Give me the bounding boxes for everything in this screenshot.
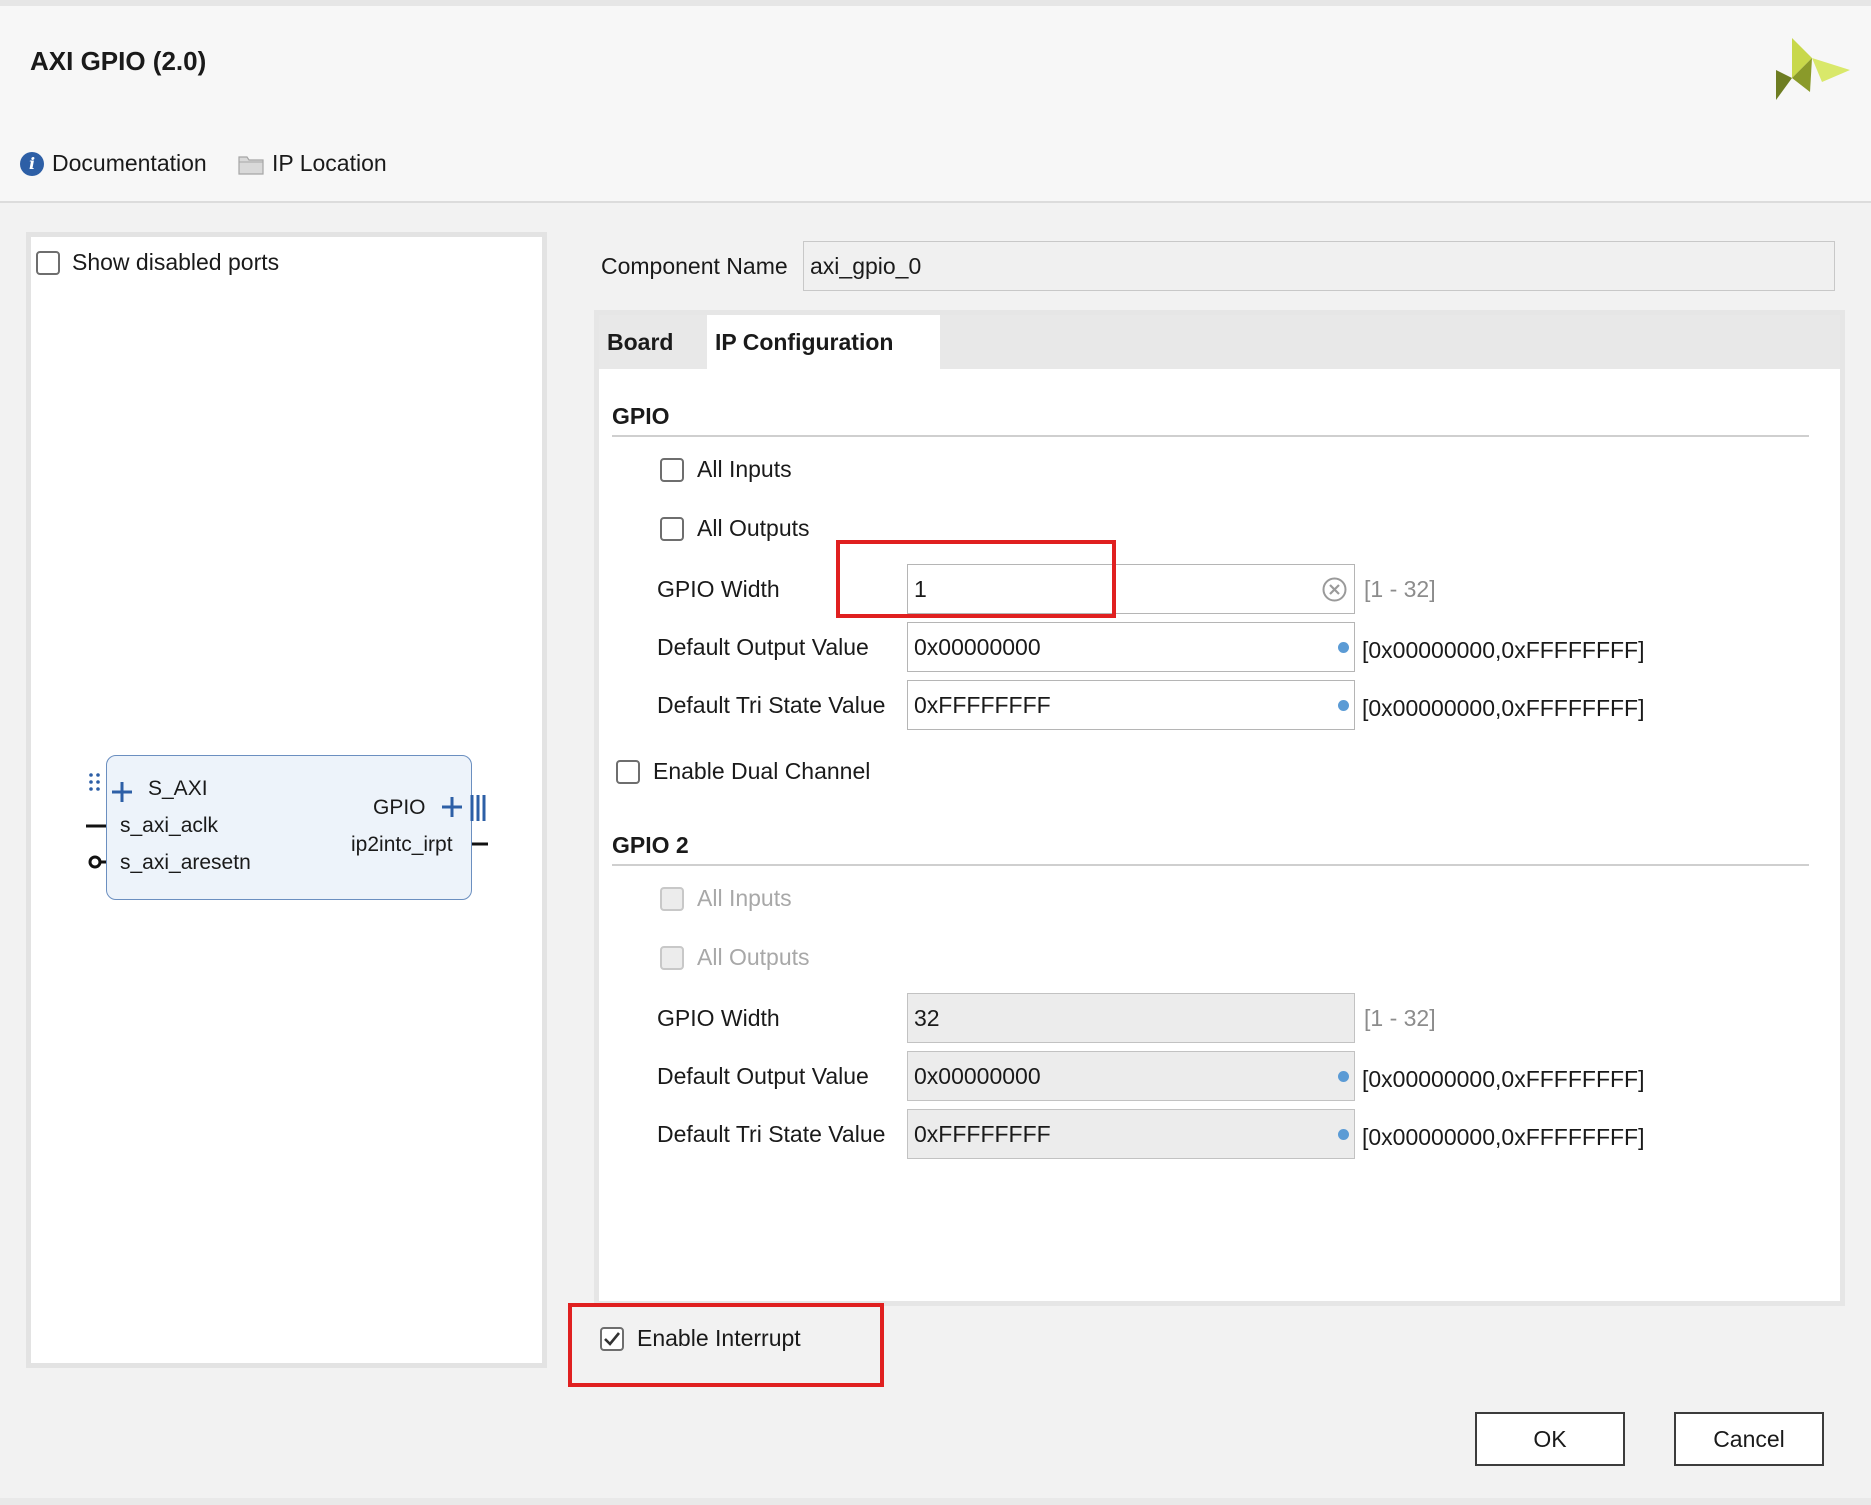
gpio2-default-tri-label: Default Tri State Value [657,1121,886,1147]
tab-board[interactable]: Board [599,315,707,369]
gpio2-all-outputs-label: All Outputs [697,944,810,970]
info-dot-icon [1338,700,1349,711]
gpio2-all-inputs-checkbox[interactable] [660,887,684,911]
gpio-default-output-value: 0x00000000 [914,633,1041,660]
gpio-all-inputs-checkbox[interactable] [660,458,684,482]
enable-dual-channel-checkbox[interactable] [616,760,640,784]
port-ip2intc-irpt: ip2intc_irpt [351,833,453,856]
gpio-all-inputs-label: All Inputs [697,456,792,482]
gpio2-default-tri-range: [0x00000000,0xFFFFFFFF] [1362,1124,1645,1150]
gpio-all-outputs-checkbox[interactable] [660,517,684,541]
xilinx-logo [1776,38,1850,100]
gpio-default-tri-value: 0xFFFFFFFF [914,691,1051,718]
cancel-button[interactable]: Cancel [1674,1412,1824,1466]
gpio2-section-title: GPIO 2 [612,832,689,858]
info-dot-icon [1338,1071,1349,1082]
gpio-all-outputs-label: All Outputs [697,515,810,541]
block-right-connectors [442,795,488,846]
gpio-width-label: GPIO Width [657,576,780,602]
show-disabled-ports-checkbox[interactable] [36,251,60,275]
gpio2-all-inputs-label: All Inputs [697,885,792,911]
gpio2-default-output-value: 0x00000000 [914,1062,1041,1089]
gpio-default-output-input[interactable]: 0x00000000 [907,622,1355,672]
gpio2-default-output-label: Default Output Value [657,1063,869,1089]
tab-ip-configuration[interactable]: IP Configuration [707,315,940,369]
clear-icon[interactable] [1322,577,1347,602]
s-axi-expand-icon[interactable] [110,780,134,804]
dialog-bottom-edge [0,1498,1871,1505]
gpio-section-divider [612,435,1809,437]
gpio2-default-tri-value: 0xFFFFFFFF [914,1120,1051,1147]
documentation-link[interactable]: i Documentation [20,150,207,177]
gpio-default-tri-label: Default Tri State Value [657,692,886,718]
documentation-label: Documentation [52,150,207,176]
highlight-enable-interrupt [568,1303,884,1387]
port-gpio: GPIO [373,796,426,819]
info-dot-icon [1338,642,1349,653]
component-name-input[interactable]: axi_gpio_0 [803,241,1835,291]
enable-dual-channel-label: Enable Dual Channel [653,758,871,784]
gpio2-all-outputs-checkbox[interactable] [660,946,684,970]
gpio2-width-label: GPIO Width [657,1005,780,1031]
port-s-axi: S_AXI [148,777,208,800]
gpio2-width-range: [1 - 32] [1364,1005,1436,1031]
port-s-axi-aclk: s_axi_aclk [120,814,219,837]
ok-button[interactable]: OK [1475,1412,1625,1466]
dialog-title: AXI GPIO (2.0) [30,46,207,76]
gpio-default-tri-range: [0x00000000,0xFFFFFFFF] [1362,695,1645,721]
info-dot-icon [1338,1129,1349,1140]
gpio-default-tri-input[interactable]: 0xFFFFFFFF [907,680,1355,730]
ip-location-link[interactable]: IP Location [238,150,387,177]
component-name-label: Component Name [601,253,788,279]
info-icon: i [20,151,44,176]
gpio-default-output-range: [0x00000000,0xFFFFFFFF] [1362,637,1645,663]
gpio-section-title: GPIO [612,403,670,429]
gpio2-width-value: 32 [914,1004,940,1031]
show-disabled-ports-label: Show disabled ports [72,249,280,275]
highlight-gpio-width [836,540,1116,618]
gpio-width-range: [1 - 32] [1364,576,1436,602]
gpio2-default-output-input[interactable]: 0x00000000 [907,1051,1355,1101]
ip-location-label: IP Location [272,150,387,176]
folder-icon [238,155,264,175]
gpio2-section-divider [612,864,1809,866]
gpio2-default-tri-input[interactable]: 0xFFFFFFFF [907,1109,1355,1159]
gpio2-default-output-range: [0x00000000,0xFFFFFFFF] [1362,1066,1645,1092]
gpio2-width-input[interactable]: 32 [907,993,1355,1043]
gpio-default-output-label: Default Output Value [657,634,869,660]
port-s-axi-aresetn: s_axi_aresetn [120,851,251,874]
